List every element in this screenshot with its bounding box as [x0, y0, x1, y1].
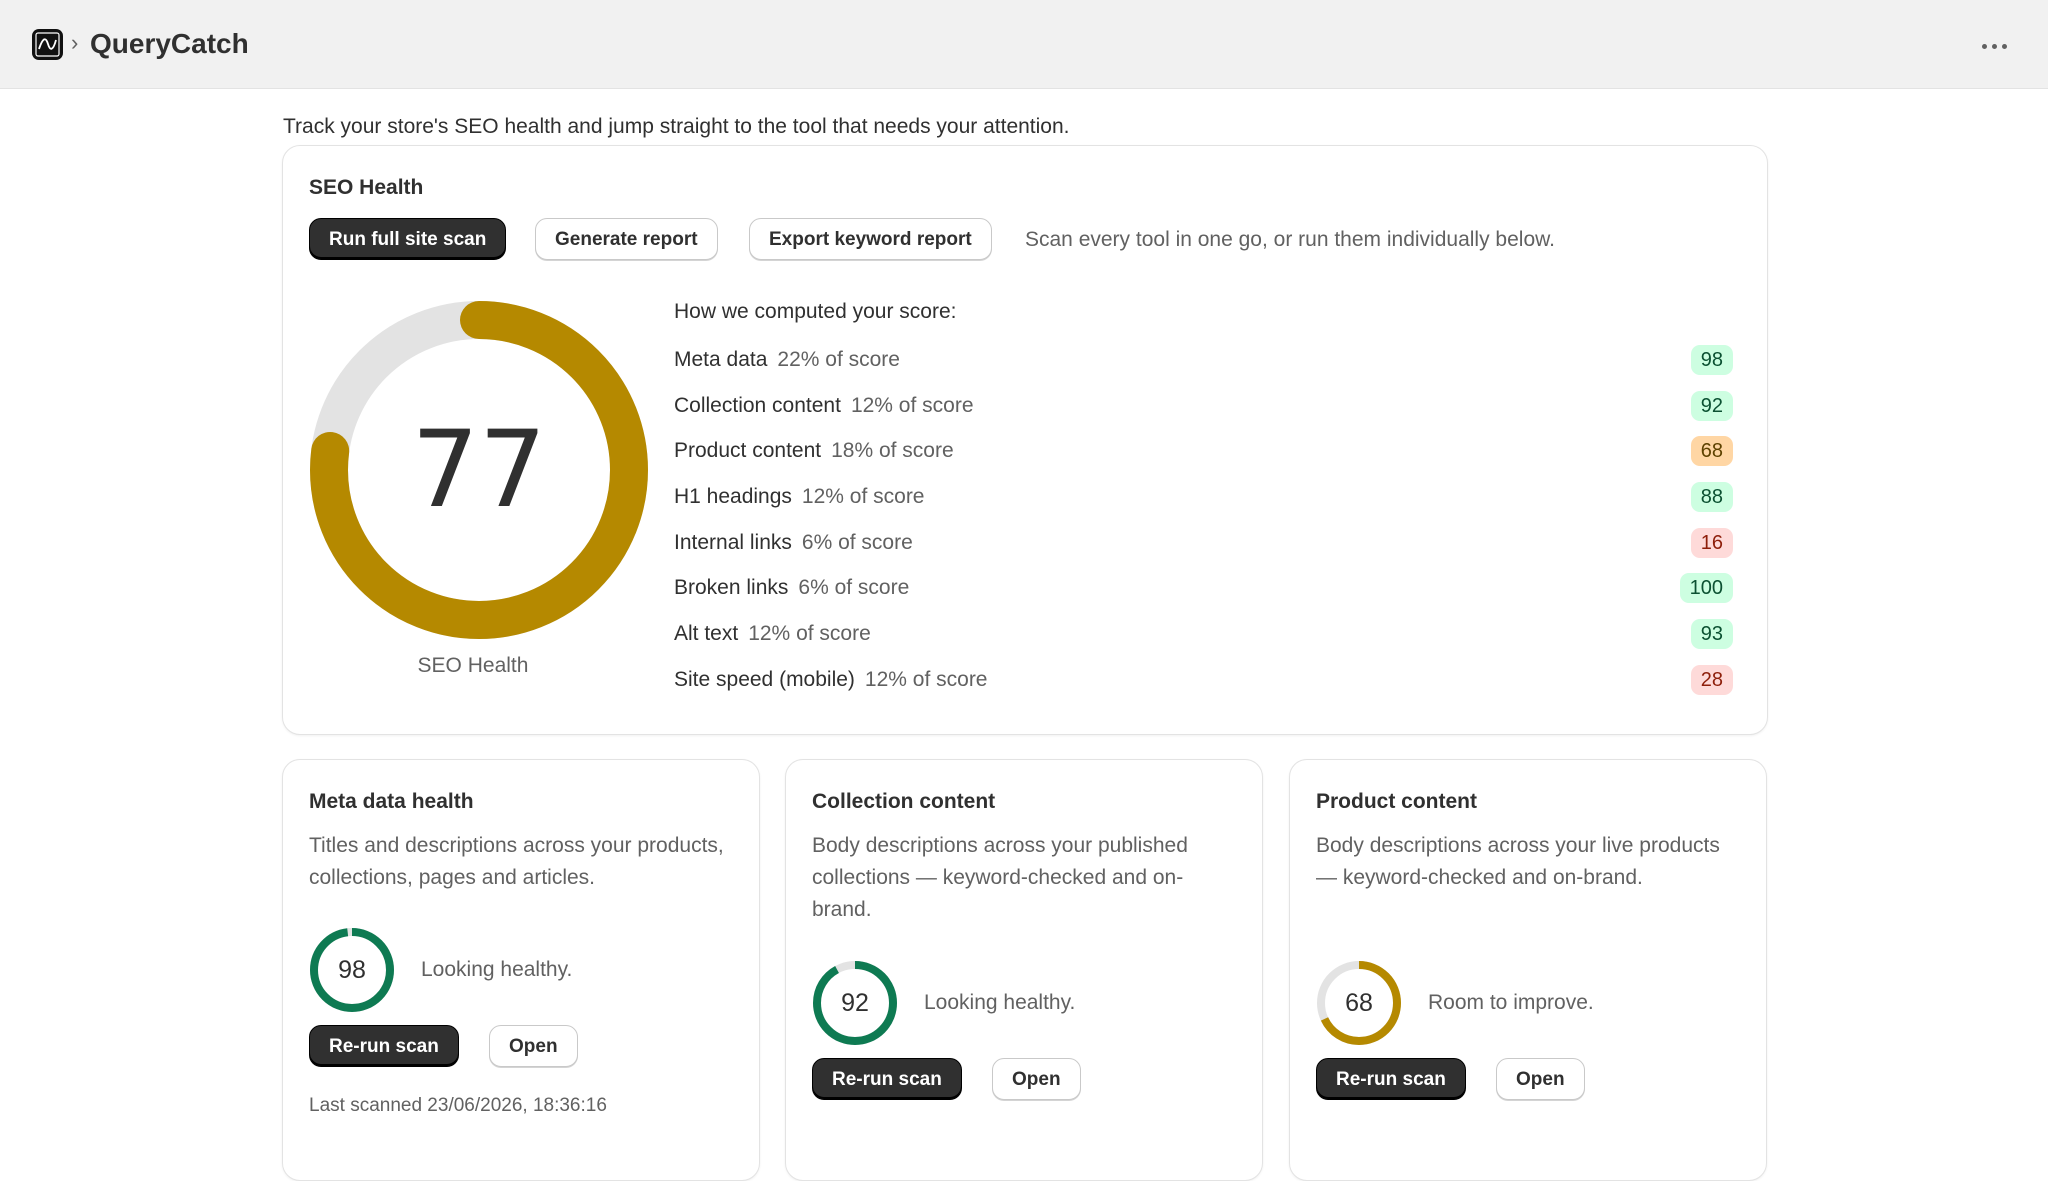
breakdown-weight: 6% of score	[801, 531, 913, 554]
score-ring-value: 68	[1345, 989, 1373, 1017]
seo-health-score: 77	[412, 408, 547, 531]
score-badge: 68	[1690, 436, 1733, 466]
generate-report-button[interactable]: Generate report	[535, 218, 718, 260]
rerun-scan-button[interactable]: Re-run scan	[1316, 1058, 1466, 1100]
open-button[interactable]: Open	[489, 1025, 578, 1067]
breakdown-row-collection-content: Collection content 12% of score 92	[674, 389, 1733, 423]
breakdown-row-internal-links: Internal links 6% of score 16	[674, 526, 1733, 560]
breakdown-weight: 22% of score	[777, 348, 900, 371]
breakdown-weight: 12% of score	[864, 668, 988, 691]
main-content: Track your store's SEO health and jump s…	[0, 89, 2048, 1181]
tool-card-collection-content: Collection content Body descriptions acr…	[785, 759, 1263, 1181]
seo-health-card: SEO Health Run full site scan Generate r…	[282, 145, 1768, 735]
score-badge: 28	[1690, 665, 1733, 695]
breakdown-label: Site speed (mobile)	[674, 668, 855, 691]
tool-card-description: Body descriptions across your live produ…	[1316, 834, 1720, 889]
run-full-scan-button[interactable]: Run full site scan	[309, 218, 507, 260]
tool-card-description: Titles and descriptions across your prod…	[309, 834, 724, 889]
top-bar: › QueryCatch	[0, 0, 2048, 89]
score-badge: 88	[1690, 482, 1733, 512]
breakdown-row-broken-links: Broken links 6% of score 100	[674, 571, 1733, 605]
tool-status: Looking healthy.	[421, 958, 573, 981]
score-breakdown-title: How we computed your score:	[674, 300, 957, 323]
score-ring-value: 92	[841, 989, 869, 1017]
tool-card-product-content: Product content Body descriptions across…	[1289, 759, 1767, 1181]
score-badge: 16	[1690, 528, 1733, 558]
seo-health-gauge: 77	[310, 301, 648, 639]
rerun-scan-button[interactable]: Re-run scan	[309, 1025, 459, 1067]
breakdown-row-alt-text: Alt text 12% of score 93	[674, 617, 1733, 651]
breakdown-row-meta-data: Meta data 22% of score 98	[674, 343, 1733, 377]
score-ring-value: 98	[338, 956, 366, 984]
last-scanned: Last scanned 23/06/2026, 18:36:16	[309, 1095, 607, 1116]
breakdown-weight: 12% of score	[748, 622, 871, 645]
app-title[interactable]: QueryCatch	[90, 28, 249, 60]
export-keyword-report-button[interactable]: Export keyword report	[749, 218, 992, 260]
score-badge: 98	[1690, 345, 1733, 375]
breakdown-row-product-content: Product content 18% of score 68	[674, 434, 1733, 468]
tool-card-title: Collection content	[812, 790, 996, 813]
tool-card-title: Meta data health	[309, 790, 474, 813]
score-badge: 100	[1679, 573, 1733, 603]
rerun-scan-button[interactable]: Re-run scan	[812, 1058, 962, 1100]
breakdown-row-site-speed-mobile: Site speed (mobile) 12% of score 28	[674, 663, 1733, 697]
more-options-button[interactable]	[1978, 28, 2014, 64]
score-ring: 68	[1317, 961, 1401, 1045]
breakdown-label: Broken links	[674, 576, 789, 599]
score-badge: 92	[1690, 391, 1733, 421]
tool-card-description: Body descriptions across your published …	[812, 834, 1188, 921]
breakdown-row-h1-headings: H1 headings 12% of score 88	[674, 480, 1733, 514]
querycatch-logo-icon[interactable]	[32, 29, 63, 60]
open-button[interactable]: Open	[992, 1058, 1081, 1100]
tool-status: Looking healthy.	[924, 991, 1076, 1014]
score-ring: 92	[813, 961, 897, 1045]
breakdown-weight: 12% of score	[801, 485, 925, 508]
breakdown-weight: 6% of score	[798, 576, 910, 599]
breakdown-label: Meta data	[674, 348, 768, 371]
seo-health-gauge-label: SEO Health	[417, 654, 529, 677]
open-button[interactable]: Open	[1496, 1058, 1585, 1100]
tool-status: Room to improve.	[1428, 991, 1594, 1014]
scan-hint: Scan every tool in one go, or run them i…	[1025, 228, 1555, 251]
breakdown-label: H1 headings	[674, 485, 792, 508]
breakdown-label: Product content	[674, 439, 822, 462]
breakdown-label: Internal links	[674, 531, 792, 554]
score-ring: 98	[310, 928, 394, 1012]
tool-card-meta-data: Meta data health Titles and descriptions…	[282, 759, 760, 1181]
breakdown-weight: 18% of score	[831, 439, 954, 462]
more-horizontal-icon	[1982, 44, 1987, 49]
breakdown-label: Collection content	[674, 394, 841, 417]
chevron-right-icon: ›	[71, 30, 79, 55]
page-intro: Track your store's SEO health and jump s…	[283, 115, 1070, 138]
breakdown-weight: 12% of score	[850, 394, 974, 417]
score-badge: 93	[1690, 619, 1733, 649]
breakdown-label: Alt text	[674, 622, 739, 645]
seo-health-title: SEO Health	[309, 176, 424, 199]
tool-card-title: Product content	[1316, 790, 1477, 813]
